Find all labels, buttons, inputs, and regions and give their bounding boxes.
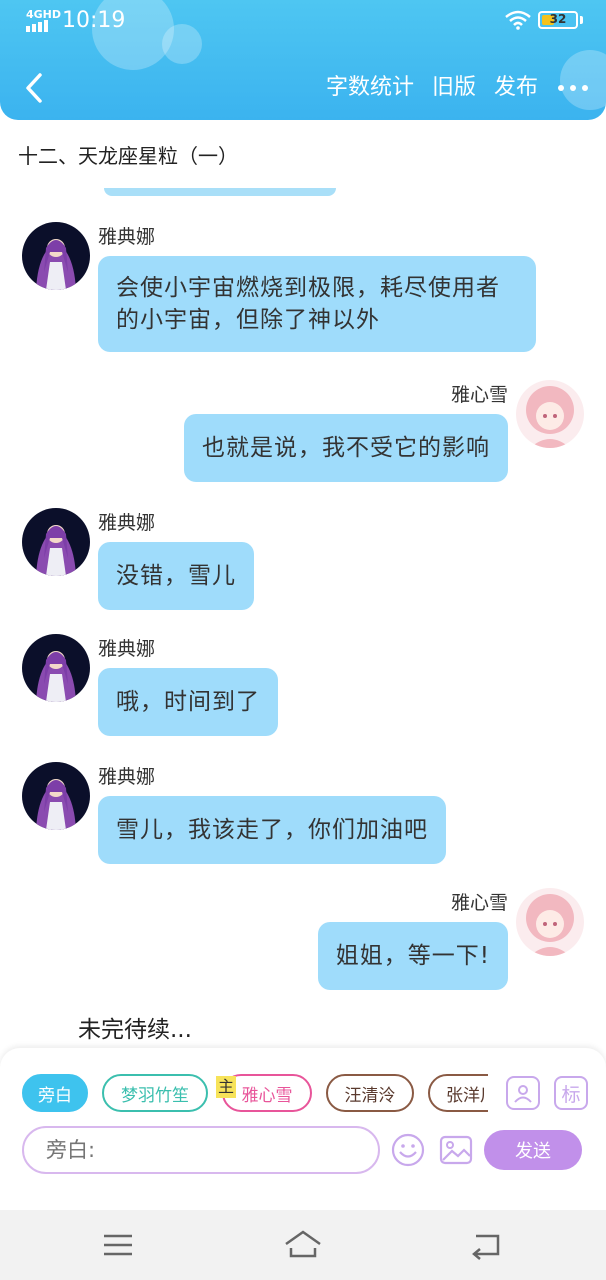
image-icon[interactable] (438, 1132, 474, 1168)
menu-icon[interactable] (98, 1228, 138, 1262)
role-chip-label: 雅心雪 (241, 1085, 293, 1106)
back-button[interactable] (16, 68, 52, 108)
main-role-tag: 主 (216, 1076, 236, 1098)
avatar[interactable] (22, 508, 90, 576)
message-bubble[interactable]: 会使小宇宙燃烧到极限，耗尽使用者的小宇宙，但除了神以外 (98, 256, 536, 352)
home-icon[interactable] (283, 1228, 323, 1262)
to-be-continued-text: 未完待续... (78, 1017, 192, 1043)
person-icon (514, 1085, 532, 1103)
sender-name: 雅典娜 (98, 766, 156, 788)
sender-name: 雅典娜 (98, 226, 156, 248)
xiaxinxue-avatar-image (516, 380, 584, 448)
athena-avatar-image (22, 508, 90, 576)
sender-name: 雅典娜 (98, 512, 156, 534)
role-chip-list[interactable]: 旁白 梦羽竹笙 雅心雪 汪清泠 张洋川 (22, 1074, 488, 1114)
message-input[interactable] (22, 1126, 380, 1174)
sender-name: 雅心雪 (450, 892, 508, 914)
wifi-icon (505, 10, 531, 30)
send-button[interactable]: 发送 (484, 1130, 582, 1170)
role-chip-label: 汪清泠 (344, 1085, 396, 1106)
role-chip[interactable]: 梦羽竹笙 (102, 1074, 208, 1112)
message-bubble[interactable]: 没错，雪儿 (98, 542, 254, 610)
battery-icon: 32 (538, 11, 578, 29)
athena-avatar-image (22, 634, 90, 702)
message-bubble[interactable]: 也就是说，我不受它的影响 (184, 414, 508, 482)
message-bubble[interactable]: 姐姐，等一下! (317, 922, 508, 990)
avatar[interactable] (516, 888, 584, 956)
role-chip-label: 梦羽竹笙 (121, 1085, 189, 1106)
old-version-button[interactable]: 旧版 (432, 70, 476, 106)
avatar[interactable] (22, 634, 90, 702)
sender-name: 雅心雪 (450, 384, 508, 406)
back-icon[interactable] (468, 1228, 508, 1262)
role-chip-narrator[interactable]: 旁白 (22, 1074, 88, 1112)
role-chip[interactable]: 张洋川 (428, 1074, 488, 1112)
athena-avatar-image (22, 762, 90, 830)
header-actions: 字数统计 旧版 发布 (308, 70, 588, 106)
athena-avatar-image (22, 222, 90, 290)
role-chip-label: 张洋川 (446, 1085, 488, 1106)
status-bar: 4GHD 10:19 32 (0, 0, 606, 44)
publish-button[interactable]: 发布 (494, 70, 538, 106)
avatar[interactable] (516, 380, 584, 448)
message-bubble[interactable]: 雪儿，我该走了，你们加油吧 (98, 796, 446, 864)
system-navigation-bar (0, 1210, 606, 1280)
sender-name: 雅典娜 (98, 638, 156, 660)
avatar[interactable] (22, 222, 90, 290)
message-bubble[interactable]: 哦，时间到了 (98, 668, 278, 736)
mark-icon[interactable]: 标 (554, 1076, 588, 1110)
previous-bubble-edge (104, 188, 336, 196)
role-chip-label: 旁白 (38, 1085, 72, 1106)
app-header: 4GHD 10:19 32 字数统计 旧版 发布 (0, 0, 606, 120)
xiaxinxue-avatar-image (516, 888, 584, 956)
signal-icon (26, 20, 48, 32)
network-type: 4GHD (26, 8, 62, 21)
composer-panel: 旁白 梦羽竹笙 雅心雪 汪清泠 张洋川 标 发送 (0, 1048, 606, 1210)
emoji-icon[interactable] (390, 1132, 426, 1168)
avatar[interactable] (22, 762, 90, 830)
word-count-button[interactable]: 字数统计 (326, 70, 414, 106)
add-role-icon[interactable] (506, 1076, 540, 1110)
more-icon[interactable] (558, 70, 588, 106)
mark-icon-label: 标 (561, 1083, 581, 1106)
status-time: 10:19 (62, 8, 126, 33)
battery-level: 32 (549, 12, 567, 26)
role-chip[interactable]: 汪清泠 (326, 1074, 414, 1112)
chevron-left-icon (26, 73, 42, 103)
chapter-title: 十二、天龙座星粒（一） (18, 144, 238, 168)
